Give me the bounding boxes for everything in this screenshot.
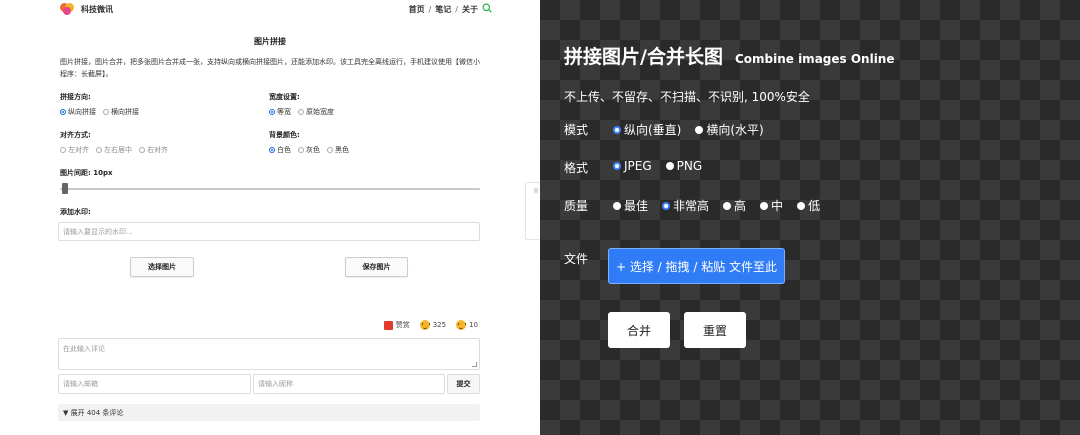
privacy-subtitle: 不上传、不留存、不扫描、不识别, 100%安全: [564, 90, 810, 104]
file-label: 文件: [564, 252, 589, 266]
format-radio-group: JPEG PNG: [613, 159, 702, 173]
expand-comments-toggle[interactable]: ▼ 展开 404 条评论: [58, 404, 480, 421]
comment-placeholder: 在此输入评论: [63, 345, 105, 353]
bg-gray-option[interactable]: 灰色: [298, 145, 320, 155]
spacing-label: 图片间距: 10px: [60, 169, 113, 177]
search-icon[interactable]: [482, 3, 492, 13]
radio-empty-icon[interactable]: [298, 147, 304, 153]
quality-high-option[interactable]: 高: [723, 197, 746, 214]
format-jpeg-option[interactable]: JPEG: [613, 159, 652, 173]
reset-button[interactable]: 重置: [684, 312, 746, 348]
quality-low-option[interactable]: 低: [797, 197, 820, 214]
nav-home[interactable]: 首页: [409, 4, 425, 15]
page-title-zh: 拼接图片/合并长图: [564, 46, 723, 68]
bg-white-option[interactable]: 白色: [269, 145, 291, 155]
quality-medium-option[interactable]: 中: [760, 197, 783, 214]
spacing-slider-track[interactable]: [60, 188, 480, 190]
mode-vertical-option[interactable]: 纵向(垂直): [613, 121, 681, 138]
smile-face-icon: [419, 320, 430, 330]
radio-empty-icon[interactable]: [103, 109, 109, 115]
align-right-option[interactable]: 右对齐: [139, 145, 168, 155]
radio-selected-icon[interactable]: [269, 109, 275, 115]
header: 拼接图片/合并长图 Combine images Online: [564, 42, 895, 69]
radio-empty-icon[interactable]: [96, 147, 102, 153]
page-title-en: Combine images Online: [734, 52, 895, 66]
nav-menu: 首页 / 笔记 / 关于: [409, 4, 478, 15]
align-center-option[interactable]: 左右居中: [96, 145, 132, 155]
submit-comment-button[interactable]: 提交: [447, 374, 480, 394]
format-png-option[interactable]: PNG: [665, 159, 702, 173]
page-title: 图片拼接: [254, 37, 286, 46]
comment-textarea[interactable]: 在此输入评论: [58, 338, 480, 370]
watermark-label: 添加水印:: [60, 208, 91, 216]
radio-empty-icon[interactable]: [760, 201, 769, 210]
quality-best-option[interactable]: 最佳: [613, 197, 648, 214]
dislike-button[interactable]: 10: [456, 320, 478, 330]
radio-empty-icon[interactable]: [723, 201, 732, 210]
save-image-button[interactable]: 保存图片: [345, 257, 408, 277]
nav-separator: /: [428, 5, 432, 14]
sad-face-icon: [456, 320, 467, 330]
radio-empty-icon[interactable]: [60, 147, 66, 153]
bg-color-label: 背景颜色:: [269, 131, 300, 139]
site-brand[interactable]: 科技微讯: [81, 4, 113, 15]
radio-selected-icon[interactable]: [613, 162, 621, 170]
reward-button[interactable]: 赞赏: [383, 320, 410, 330]
quality-very-high-option[interactable]: 非常高: [662, 197, 709, 214]
combine-images-online-page: 拼接图片/合并长图 Combine images Online 不上传、不留存、…: [540, 0, 1080, 435]
choose-image-button[interactable]: 选择图片: [130, 257, 194, 277]
file-upload-dropzone[interactable]: + 选择 / 拖拽 / 粘贴 文件至此: [608, 248, 785, 284]
width-original-option[interactable]: 原始宽度: [298, 107, 334, 117]
direction-horizontal-option[interactable]: 横向拼接: [103, 107, 139, 117]
width-equal-option[interactable]: 等宽: [269, 107, 291, 117]
radio-empty-icon[interactable]: [139, 147, 145, 153]
image-stitch-tool-page: 科技微讯 首页 / 笔记 / 关于 图片拼接 图片拼接，图片合并，把多张图片合并…: [0, 0, 540, 435]
site-logo-icon[interactable]: [60, 2, 74, 16]
align-left-option[interactable]: 左对齐: [60, 145, 89, 155]
spacing-slider-thumb[interactable]: [62, 183, 68, 194]
radio-selected-icon[interactable]: [662, 201, 671, 210]
radio-selected-icon[interactable]: [60, 109, 66, 115]
reward-icon: [383, 320, 393, 330]
radio-empty-icon[interactable]: [665, 162, 674, 170]
align-label: 对齐方式:: [60, 131, 91, 139]
side-panel-text: 首: [533, 188, 540, 195]
radio-empty-icon[interactable]: [797, 201, 806, 210]
radio-empty-icon[interactable]: [298, 109, 304, 115]
radio-selected-icon[interactable]: [269, 147, 275, 153]
nav-separator: /: [455, 5, 458, 14]
direction-vertical-option[interactable]: 纵向拼接: [60, 107, 96, 117]
nickname-input[interactable]: 请输入昵称: [253, 374, 445, 394]
nav-notes[interactable]: 笔记: [435, 4, 451, 15]
mode-horizontal-option[interactable]: 横向(水平): [695, 121, 764, 138]
radio-empty-icon[interactable]: [613, 201, 621, 210]
mode-radio-group: 纵向(垂直) 横向(水平): [613, 121, 764, 138]
radio-empty-icon[interactable]: [327, 147, 333, 153]
email-input[interactable]: 请输入邮箱: [58, 374, 251, 394]
top-navbar: 科技微讯 首页 / 笔记 / 关于: [0, 0, 540, 20]
direction-radio-group: 纵向拼接 横向拼接: [60, 107, 139, 117]
align-radio-group: 左对齐 左右居中 右对齐: [60, 145, 168, 155]
like-button[interactable]: 325: [419, 320, 446, 330]
format-label: 格式: [564, 161, 589, 175]
radio-selected-icon[interactable]: [613, 125, 621, 134]
tool-description: 图片拼接，图片合并，把多张图片合并成一张，支持纵向或横向拼接图片，还能添加水印。…: [60, 58, 480, 78]
watermark-input[interactable]: 请输入要显示的水印...: [58, 222, 480, 241]
reaction-bar: 赞赏 325 10: [383, 320, 478, 330]
bg-color-radio-group: 白色 灰色 黑色: [269, 145, 349, 155]
bg-black-option[interactable]: 黑色: [327, 145, 349, 155]
merge-button[interactable]: 合并: [608, 312, 670, 348]
direction-label: 拼接方向:: [60, 93, 91, 101]
width-setting-label: 宽度设置:: [269, 93, 300, 101]
resize-handle-icon[interactable]: [472, 362, 477, 367]
radio-empty-icon[interactable]: [695, 125, 704, 134]
nav-about[interactable]: 关于: [462, 4, 478, 15]
width-radio-group: 等宽 原始宽度: [269, 107, 334, 117]
quality-radio-group: 最佳 非常高 高 中 低: [613, 197, 820, 214]
quality-label: 质量: [564, 199, 589, 213]
mode-label: 模式: [564, 123, 589, 137]
